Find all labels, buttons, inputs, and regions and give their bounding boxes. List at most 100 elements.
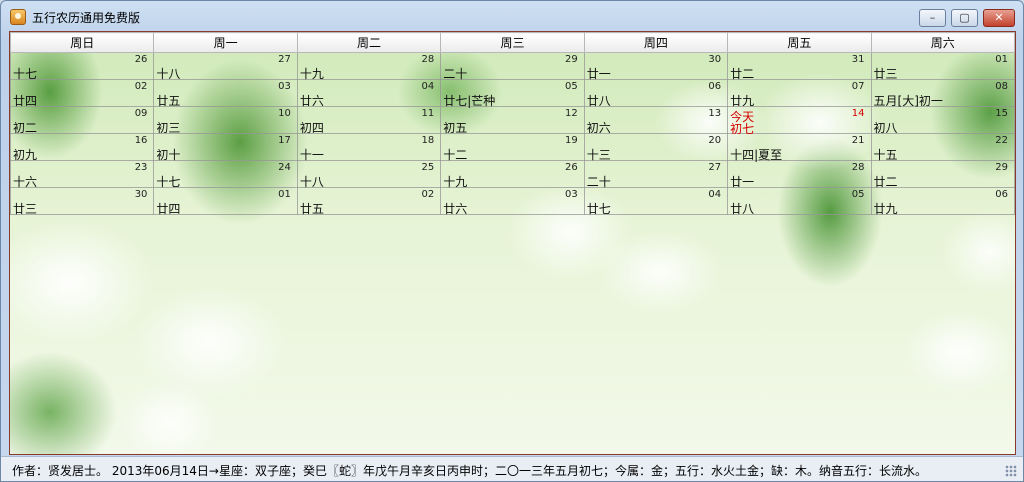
lunar-date-label: 廿三 [13, 202, 38, 216]
calendar-day-cell[interactable]: 23 十六 [10, 160, 155, 189]
gregorian-day-number: 14 [851, 108, 865, 119]
calendar-week-row: 16 初九 17 初十 18 十一 19 十二 20 十三 21 十四|夏至 22 十五 [10, 133, 1015, 162]
weekday-header: 周日 [10, 32, 155, 53]
maximize-button[interactable]: ▢ [951, 9, 978, 27]
calendar-day-cell[interactable]: 03 廿五 [153, 79, 298, 108]
calendar-day-cell[interactable]: 08 五月[大]初一 [870, 79, 1015, 108]
calendar-day-cell[interactable]: 01 廿三 [870, 52, 1015, 81]
calendar-week-row: 02 廿四 03 廿五 04 廿六 05 廿七|芒种 06 廿八 07 廿九 08 五月[大]初一 [10, 79, 1015, 108]
calendar-day-cell[interactable]: 04 廿六 [296, 79, 442, 108]
weekday-header: 周二 [296, 32, 442, 53]
gregorian-day-number: 03 [564, 189, 578, 200]
calendar-day-cell[interactable]: 16 初九 [10, 133, 155, 162]
gregorian-day-number: 15 [995, 108, 1008, 119]
calendar-day-cell[interactable]: 07 廿九 [727, 79, 872, 108]
gregorian-day-number: 04 [708, 189, 722, 200]
calendar-day-cell[interactable]: 02 廿四 [10, 79, 155, 108]
calendar-day-cell[interactable]: 31 廿二 [727, 52, 872, 81]
app-icon [10, 9, 26, 25]
calendar-day-cell[interactable]: 27 二十 [583, 160, 729, 189]
calendar-day-cell[interactable]: 28 十九 [296, 52, 442, 81]
calendar-day-cell[interactable]: 10 初三 [153, 106, 298, 135]
weekday-header: 周一 [153, 32, 298, 53]
window-title: 五行农历通用免费版 [32, 11, 141, 25]
calendar-day-cell[interactable]: 04 廿七 [583, 187, 729, 216]
gregorian-day-number: 03 [278, 81, 291, 92]
gregorian-day-number: 05 [564, 81, 578, 92]
calendar-day-cell[interactable]: 15 初八 [870, 106, 1015, 135]
calendar-day-cell[interactable]: 19 十二 [440, 133, 585, 162]
resize-grip-icon[interactable] [1005, 465, 1017, 477]
gregorian-day-number: 17 [278, 135, 291, 146]
calendar-day-cell[interactable]: 06 廿九 [870, 187, 1015, 216]
calendar-week-row: 26 十七 27 十八 28 十九 29 二十 30 廿一 31 廿二 01 廿三 [10, 52, 1015, 81]
gregorian-day-number: 08 [995, 81, 1008, 92]
calendar-day-cell[interactable]: 29 二十 [440, 52, 585, 81]
calendar-day-cell[interactable]: 02 廿五 [296, 187, 442, 216]
calendar-day-cell[interactable]: 25 十八 [296, 160, 442, 189]
calendar-day-cell[interactable]: 05 廿七|芒种 [440, 79, 585, 108]
calendar-grid: 周日 周一 周二 周三 周四 周五 周六 26 十七 27 十八 28 十九 29 二十 30 廿… [10, 32, 1015, 216]
gregorian-day-number: 06 [708, 81, 722, 92]
app-window: 五行农历通用免费版 – ▢ ✕ 周日 周一 周二 周三 周四 周五 周六 26 十… [0, 0, 1024, 482]
gregorian-day-number: 25 [421, 162, 435, 173]
gregorian-day-number: 05 [851, 189, 865, 200]
lunar-date-label: 廿八 [730, 202, 755, 216]
calendar-day-cell[interactable]: 13 初六 [583, 106, 729, 135]
gregorian-day-number: 06 [995, 189, 1008, 200]
gregorian-day-number: 11 [421, 108, 435, 119]
calendar-day-cell[interactable]: 24 十七 [153, 160, 298, 189]
lunar-date-label: 廿五 [299, 202, 324, 216]
title-bar[interactable]: 五行农历通用免费版 – ▢ ✕ [1, 1, 1023, 31]
calendar-day-cell[interactable]: 29 廿二 [870, 160, 1015, 189]
calendar-day-cell[interactable]: 20 十三 [583, 133, 729, 162]
calendar-day-cell[interactable]: 11 初四 [296, 106, 442, 135]
gregorian-day-number: 19 [564, 135, 578, 146]
calendar-week-row: 23 十六 24 十七 25 十八 26 十九 27 二十 28 廿一 29 廿二 [10, 160, 1015, 189]
gregorian-day-number: 27 [708, 162, 722, 173]
weekday-header: 周三 [440, 32, 585, 53]
calendar-day-cell[interactable]: 17 初十 [153, 133, 298, 162]
lunar-date-label: 廿七 [586, 202, 611, 216]
gregorian-day-number: 22 [995, 135, 1008, 146]
weekday-header: 周四 [583, 32, 729, 53]
close-button[interactable]: ✕ [983, 9, 1015, 27]
calendar-day-cell[interactable]: 05 廿八 [727, 187, 872, 216]
weekday-header: 周五 [727, 32, 872, 53]
calendar-day-cell[interactable]: 01 廿四 [153, 187, 298, 216]
gregorian-day-number: 07 [851, 81, 865, 92]
calendar-day-cell[interactable]: 28 廿一 [727, 160, 872, 189]
calendar-day-cell[interactable]: 09 初二 [10, 106, 155, 135]
calendar-day-cell[interactable]: 27 十八 [153, 52, 298, 81]
status-text: 作者：贤发居士。 2013年06月14日→星座：双子座；癸巳〖蛇〗年戊午月辛亥日… [12, 464, 927, 478]
gregorian-day-number: 26 [564, 162, 578, 173]
calendar-area: 周日 周一 周二 周三 周四 周五 周六 26 十七 27 十八 28 十九 29 二十 30 廿… [9, 31, 1016, 455]
calendar-day-cell[interactable]: 03 廿六 [440, 187, 585, 216]
minimize-button[interactable]: – [919, 9, 946, 27]
gregorian-day-number: 02 [421, 189, 435, 200]
gregorian-day-number: 01 [995, 54, 1008, 65]
calendar-day-cell[interactable]: 12 初五 [440, 106, 585, 135]
calendar-day-cell[interactable]: 18 十一 [296, 133, 442, 162]
lunar-date-label: 廿九 [873, 202, 898, 216]
status-bar: 作者：贤发居士。 2013年06月14日→星座：双子座；癸巳〖蛇〗年戊午月辛亥日… [1, 456, 1023, 481]
gregorian-day-number: 29 [995, 162, 1008, 173]
gregorian-day-number: 28 [851, 162, 865, 173]
calendar-day-cell[interactable]: 26 十七 [10, 52, 155, 81]
gregorian-day-number: 27 [278, 54, 291, 65]
calendar-day-cell[interactable]: 21 十四|夏至 [727, 133, 872, 162]
gregorian-day-number: 26 [134, 54, 148, 65]
gregorian-day-number: 24 [278, 162, 291, 173]
calendar-day-cell[interactable]: 30 廿三 [10, 187, 155, 216]
gregorian-day-number: 28 [421, 54, 435, 65]
gregorian-day-number: 01 [278, 189, 291, 200]
gregorian-day-number: 12 [564, 108, 578, 119]
calendar-day-cell[interactable]: 30 廿一 [583, 52, 729, 81]
gregorian-day-number: 09 [134, 108, 148, 119]
calendar-day-cell[interactable]: 06 廿八 [583, 79, 729, 108]
calendar-day-cell[interactable]: 22 十五 [870, 133, 1015, 162]
calendar-day-cell[interactable]: 14 今天 初七 [727, 106, 872, 136]
calendar-day-cell[interactable]: 26 十九 [440, 160, 585, 189]
gregorian-day-number: 30 [134, 189, 148, 200]
gregorian-day-number: 29 [564, 54, 578, 65]
